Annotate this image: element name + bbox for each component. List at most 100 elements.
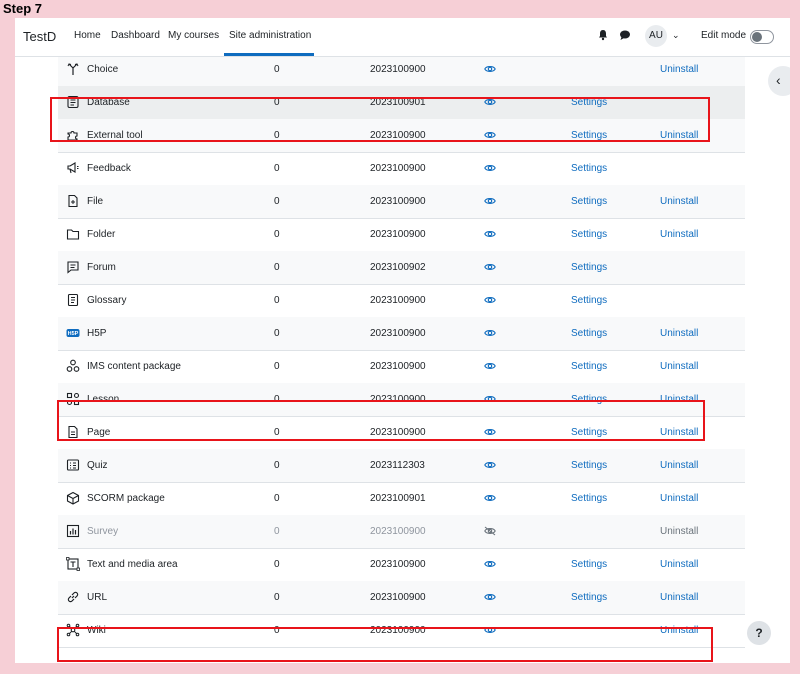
h5p-icon: H5P (66, 326, 80, 340)
module-row-ims-content-package: IMS content package 0 2023100900 Settings Un… (58, 350, 745, 384)
chevron-down-icon[interactable]: ⌄ (672, 30, 680, 41)
module-name: URL (87, 592, 108, 603)
module-version: 2023100900 (370, 163, 426, 174)
module-name: Glossary (87, 295, 127, 306)
uninstall-link[interactable]: Uninstall (660, 64, 698, 75)
step-label: Step 7 (3, 1, 43, 16)
help-button[interactable]: ? (747, 621, 771, 645)
module-version: 2023112303 (370, 460, 425, 471)
eye-icon[interactable] (484, 592, 496, 602)
settings-link[interactable]: Settings (571, 328, 607, 339)
uninstall-link[interactable]: Uninstall (660, 196, 698, 207)
megaphone-icon (66, 161, 80, 175)
module-version: 2023100900 (370, 526, 426, 537)
nav-site-administration[interactable]: Site administration (229, 30, 311, 41)
settings-link[interactable]: Settings (571, 460, 607, 471)
module-version: 2023100901 (370, 493, 426, 504)
nav-home[interactable]: Home (74, 30, 101, 41)
cube-icon (66, 491, 80, 505)
module-row-quiz: Quiz 0 2023112303 Settings Uninstall (58, 449, 745, 483)
settings-link[interactable]: Settings (571, 592, 607, 603)
user-avatar[interactable]: AU (645, 25, 667, 47)
settings-link[interactable]: Settings (571, 229, 607, 240)
uninstall-link[interactable]: Uninstall (660, 328, 698, 339)
settings-link[interactable]: Settings (571, 262, 607, 273)
nav-dashboard[interactable]: Dashboard (111, 30, 160, 41)
module-version: 2023100902 (370, 262, 426, 273)
eye-icon[interactable] (484, 196, 496, 206)
activity-count: 0 (274, 592, 280, 603)
module-row-folder: Folder 0 2023100900 Settings Uninstall (58, 218, 745, 252)
uninstall-link[interactable]: Uninstall (660, 493, 698, 504)
settings-link[interactable]: Settings (571, 295, 607, 306)
settings-link[interactable]: Settings (571, 163, 607, 174)
link-icon (66, 590, 80, 604)
settings-link[interactable]: Settings (571, 493, 607, 504)
file-icon (66, 194, 80, 208)
open-drawer-button[interactable]: ‹ (768, 66, 790, 96)
highlight-box-lesson (57, 400, 705, 441)
module-version: 2023100900 (370, 64, 426, 75)
uninstall-link[interactable]: Uninstall (660, 559, 698, 570)
module-name: File (87, 196, 104, 207)
chevron-left-icon: ‹ (776, 72, 781, 88)
site-brand[interactable]: TestD (23, 29, 56, 44)
eye-icon[interactable] (484, 460, 496, 470)
bell-icon[interactable] (597, 29, 609, 41)
module-version: 2023100900 (370, 361, 426, 372)
nav-my-courses[interactable]: My courses (168, 30, 219, 41)
module-name: SCORM package (87, 493, 165, 504)
eye-icon[interactable] (484, 64, 496, 74)
activity-count: 0 (274, 493, 280, 504)
settings-link[interactable]: Settings (571, 361, 607, 372)
eye-icon[interactable] (484, 262, 496, 272)
activity-count: 0 (274, 262, 280, 273)
module-name: Folder (87, 229, 116, 240)
eye-icon[interactable] (484, 493, 496, 503)
eye-icon[interactable] (484, 328, 496, 338)
module-name: Forum (87, 262, 116, 273)
settings-link[interactable]: Settings (571, 196, 607, 207)
eye-icon[interactable] (484, 361, 496, 371)
survey-icon (66, 524, 80, 538)
module-row-text-and-media-area: Text and media area 0 2023100900 Settings Un… (58, 548, 745, 582)
messages-icon[interactable] (619, 29, 631, 41)
module-row-h5p: H5P H5P 0 2023100900 Settings Uninstall (58, 317, 745, 351)
edit-mode-label: Edit mode (701, 30, 747, 41)
eye-icon[interactable] (484, 163, 496, 173)
uninstall-link[interactable]: Uninstall (660, 460, 698, 471)
uninstall-link[interactable]: Uninstall (660, 592, 698, 603)
highlight-box-database (50, 97, 710, 142)
eye-slash-icon[interactable] (484, 526, 496, 536)
activity-count: 0 (274, 196, 280, 207)
module-name: H5P (87, 328, 107, 339)
activity-count: 0 (274, 526, 280, 537)
package-icon (66, 359, 80, 373)
uninstall-link[interactable]: Uninstall (660, 229, 698, 240)
module-row-url: URL 0 2023100900 Settings Uninstall (58, 581, 745, 615)
settings-link[interactable]: Settings (571, 559, 607, 570)
uninstall-link[interactable]: Uninstall (660, 361, 698, 372)
edit-mode-toggle[interactable] (750, 30, 774, 44)
module-name: Text and media area (87, 559, 178, 570)
module-name: Survey (87, 526, 119, 537)
module-version: 2023100900 (370, 328, 426, 339)
module-row-glossary: Glossary 0 2023100900 Settings (58, 284, 745, 318)
module-row-file: File 0 2023100900 Settings Uninstall (58, 185, 745, 219)
eye-icon[interactable] (484, 295, 496, 305)
module-version: 2023100900 (370, 196, 426, 207)
folder-icon (66, 227, 80, 241)
module-row-choice: Choice 0 2023100900 Uninstall (58, 53, 745, 87)
toggle-knob (752, 32, 762, 42)
activity-count: 0 (274, 295, 280, 306)
activity-count: 0 (274, 64, 280, 75)
choice-icon (66, 62, 80, 76)
eye-icon[interactable] (484, 229, 496, 239)
eye-icon[interactable] (484, 559, 496, 569)
nav-active-indicator (224, 53, 314, 56)
module-version: 2023100900 (370, 559, 426, 570)
activity-count: 0 (274, 559, 280, 570)
module-row-forum: Forum 0 2023100902 Settings (58, 251, 745, 285)
uninstall-link[interactable]: Uninstall (660, 526, 698, 537)
module-version: 2023100900 (370, 295, 426, 306)
